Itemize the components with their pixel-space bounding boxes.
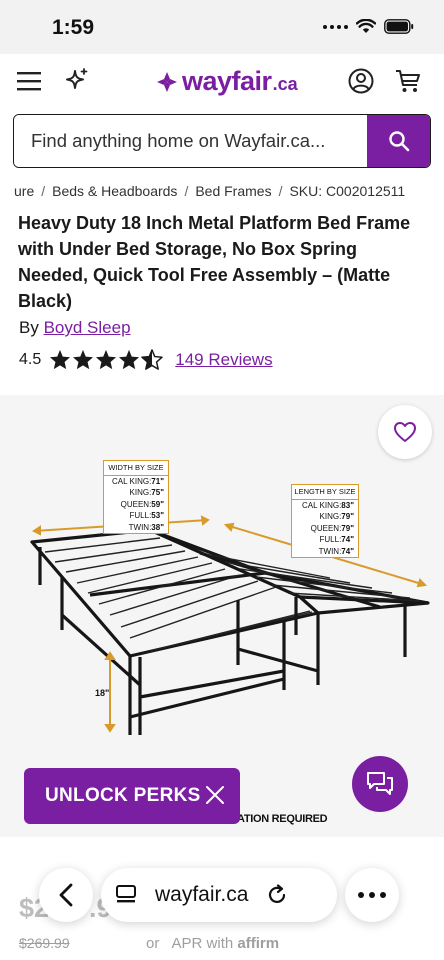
width-row: QUEEN:59" bbox=[104, 499, 168, 511]
sku-label: SKU: C002012511 bbox=[289, 183, 406, 199]
status-icons bbox=[323, 19, 414, 34]
width-value: 59" bbox=[151, 499, 164, 509]
rating-row: 4.5 149 Reviews bbox=[19, 349, 273, 370]
length-row: CAL KING:83" bbox=[292, 500, 358, 512]
length-size: QUEEN: bbox=[310, 523, 342, 533]
unlock-perks-label: UNLOCK PERKS bbox=[45, 785, 201, 806]
width-row: FULL:53" bbox=[104, 510, 168, 522]
favorite-button[interactable] bbox=[378, 405, 432, 459]
star-full-icon bbox=[96, 349, 117, 370]
cellular-signal-icon bbox=[323, 24, 348, 29]
status-time: 1:59 bbox=[52, 16, 95, 39]
wifi-icon bbox=[356, 19, 376, 33]
width-size: QUEEN: bbox=[120, 499, 152, 509]
rating-value: 4.5 bbox=[19, 350, 42, 368]
chat-icon bbox=[367, 772, 393, 795]
brand-link[interactable]: Boyd Sleep bbox=[44, 318, 131, 337]
page-menu-icon bbox=[116, 885, 136, 903]
width-value: 75" bbox=[151, 488, 164, 497]
width-value: 38" bbox=[151, 522, 164, 532]
height-label: 18" bbox=[95, 688, 110, 698]
width-row: KING:75" bbox=[104, 487, 168, 499]
star-full-icon bbox=[50, 349, 71, 370]
browser-back-button[interactable] bbox=[39, 868, 93, 922]
breadcrumb-item[interactable]: ure bbox=[14, 183, 34, 199]
brand-row: By Boyd Sleep bbox=[19, 318, 131, 338]
sparkle-icon[interactable] bbox=[62, 66, 92, 96]
length-row: KING:79" bbox=[292, 511, 358, 523]
cart-icon[interactable] bbox=[394, 67, 422, 95]
reviews-link[interactable]: 149 Reviews bbox=[175, 350, 272, 370]
close-icon[interactable] bbox=[204, 784, 226, 806]
width-by-size-table: WIDTH BY SIZE CAL KING:71" KING:75" QUEE… bbox=[103, 460, 169, 534]
length-value: 79" bbox=[341, 512, 354, 521]
apr-text: APR with bbox=[171, 935, 234, 952]
unlock-perks-button[interactable]: UNLOCK PERKS bbox=[24, 768, 240, 824]
width-row: TWIN:38" bbox=[104, 522, 168, 534]
breadcrumb-separator: / bbox=[184, 183, 189, 199]
product-title: Heavy Duty 18 Inch Metal Platform Bed Fr… bbox=[18, 213, 411, 311]
apr-prefix: or bbox=[146, 935, 160, 952]
width-size: KING: bbox=[129, 488, 152, 497]
account-icon[interactable] bbox=[348, 68, 374, 94]
wayfair-pinwheel-icon bbox=[157, 71, 177, 92]
more-icon bbox=[358, 892, 386, 898]
chevron-left-icon bbox=[59, 883, 73, 907]
browser-url: wayfair.ca bbox=[155, 883, 249, 906]
length-value: 79" bbox=[341, 523, 354, 533]
length-row: FULL:74" bbox=[292, 534, 358, 546]
star-full-icon bbox=[119, 349, 140, 370]
original-price: $269.99 bbox=[19, 935, 70, 951]
logo-suffix: .ca bbox=[272, 74, 298, 94]
length-size: CAL KING: bbox=[302, 500, 342, 510]
search-input[interactable] bbox=[14, 115, 367, 167]
breadcrumb: ure / Beds & Headboards / Bed Frames / SKU: C0… bbox=[14, 183, 444, 199]
wayfair-logo[interactable]: wayfair .ca bbox=[156, 66, 298, 97]
width-size: FULL: bbox=[129, 511, 152, 520]
length-size: KING: bbox=[319, 512, 342, 521]
width-value: 71" bbox=[151, 476, 164, 486]
brand-prefix: By bbox=[19, 318, 39, 337]
rating-stars[interactable] bbox=[49, 349, 164, 370]
logo-word: wayfair bbox=[182, 66, 272, 96]
length-row: QUEEN:79" bbox=[292, 523, 358, 535]
battery-icon bbox=[384, 19, 414, 34]
breadcrumb-item[interactable]: Bed Frames bbox=[195, 183, 271, 199]
length-value: 83" bbox=[341, 500, 354, 510]
affirm-logo: affirm bbox=[237, 935, 280, 952]
width-size: TWIN: bbox=[128, 522, 152, 532]
star-half-icon bbox=[141, 349, 164, 370]
width-value: 53" bbox=[151, 511, 164, 520]
browser-more-button[interactable] bbox=[345, 868, 399, 922]
star-full-icon bbox=[73, 349, 94, 370]
menu-icon[interactable] bbox=[16, 70, 42, 92]
site-header: wayfair .ca bbox=[0, 54, 444, 110]
length-value: 74" bbox=[341, 535, 354, 544]
breadcrumb-separator: / bbox=[41, 183, 46, 199]
length-size: FULL: bbox=[319, 535, 342, 544]
search-icon bbox=[388, 131, 409, 152]
heart-icon bbox=[394, 422, 416, 442]
length-value: 74" bbox=[341, 546, 354, 556]
width-size: CAL KING: bbox=[112, 476, 152, 486]
length-row: TWIN:74" bbox=[292, 546, 358, 558]
length-by-size-table: LENGTH BY SIZE CAL KING:83" KING:79" QUE… bbox=[291, 484, 359, 558]
search-button[interactable] bbox=[367, 115, 430, 167]
chat-button[interactable] bbox=[352, 756, 408, 812]
apr-financing[interactable]: or APR with affirm bbox=[146, 935, 279, 952]
reload-icon[interactable] bbox=[266, 884, 288, 906]
breadcrumb-separator: / bbox=[278, 183, 283, 199]
status-bar: 1:59 bbox=[0, 0, 444, 54]
image-caption: ATION REQUIRED bbox=[237, 813, 328, 825]
length-size: TWIN: bbox=[318, 546, 342, 556]
breadcrumb-item[interactable]: Beds & Headboards bbox=[52, 183, 177, 199]
browser-address-bar[interactable]: wayfair.ca bbox=[101, 868, 337, 922]
width-row: CAL KING:71" bbox=[104, 476, 168, 488]
search-bar bbox=[13, 114, 431, 168]
length-box-title: LENGTH BY SIZE bbox=[292, 485, 358, 500]
width-box-title: WIDTH BY SIZE bbox=[104, 461, 168, 476]
browser-toolbar: wayfair.ca bbox=[39, 866, 411, 924]
